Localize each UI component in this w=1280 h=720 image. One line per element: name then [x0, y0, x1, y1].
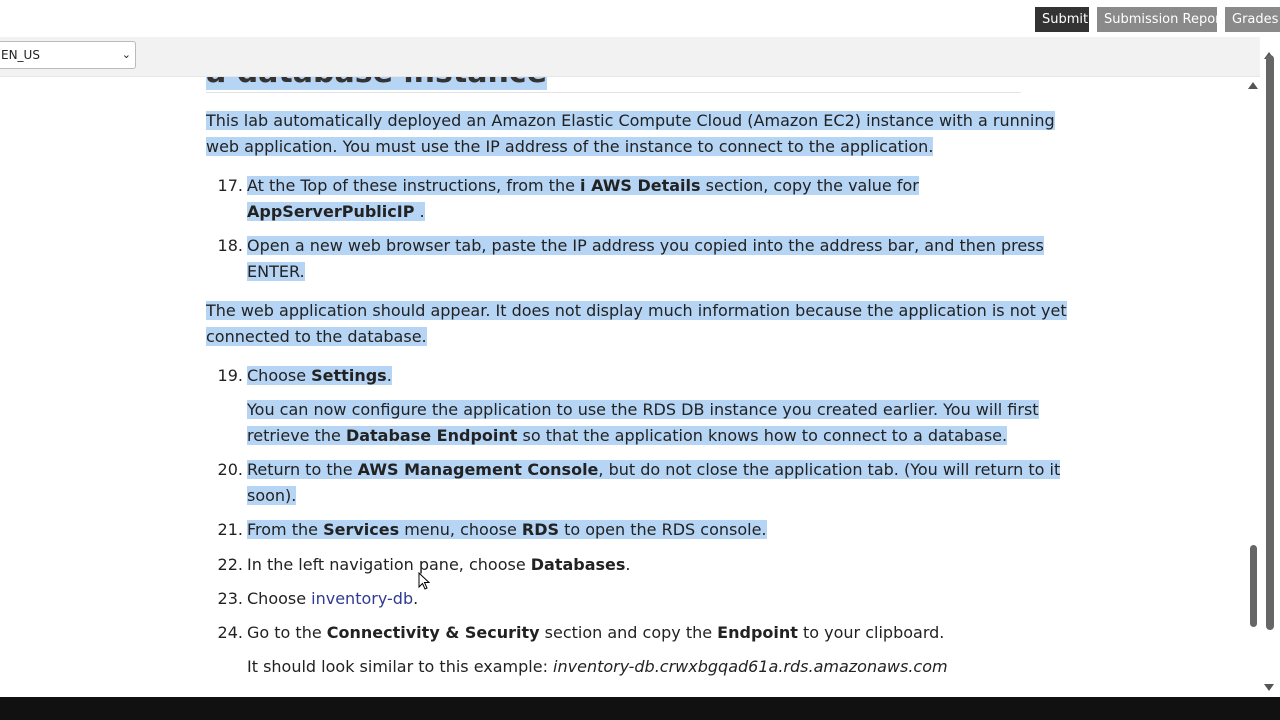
inventory-db-link[interactable]: inventory-db — [311, 589, 413, 608]
language-select-value: EN_US — [1, 48, 40, 62]
step-number: 18. — [217, 236, 243, 255]
middle-paragraph: The web application should appear. It do… — [206, 301, 1067, 346]
step-19: Choose Settings. — [247, 366, 392, 385]
step-24-example: It should look similar to this example: … — [247, 657, 948, 676]
step-19-note: You can now configure the application to… — [247, 400, 1039, 445]
scroll-down-icon[interactable] — [1264, 684, 1274, 691]
grades-button[interactable]: Grades — [1225, 7, 1280, 32]
step-number: 23. — [217, 589, 243, 608]
step-number: 20. — [217, 460, 243, 479]
mouse-cursor-icon — [418, 572, 430, 590]
top-toolbar: Submit Submission Report Grades — [0, 0, 1280, 37]
inner-scroll-up-icon[interactable] — [1248, 82, 1258, 89]
step-number: 21. — [217, 520, 243, 539]
step-22: In the left navigation pane, choose Data… — [247, 555, 631, 574]
inner-scrollbar-thumb[interactable] — [1250, 545, 1257, 627]
section-heading: a database instance — [206, 77, 547, 90]
step-number: 17. — [217, 176, 243, 195]
instructions-content: a database instance This lab automatical… — [0, 77, 1260, 697]
step-20: Return to the AWS Management Console, bu… — [247, 460, 1061, 505]
bottom-bar — [0, 697, 1280, 720]
step-17: At the Top of these instructions, from t… — [247, 176, 919, 221]
submission-report-button[interactable]: Submission Report — [1097, 7, 1226, 32]
page-scrollbar-thumb[interactable] — [1266, 55, 1274, 630]
language-bar: EN_US ⌄ — [0, 37, 1280, 77]
step-24: Go to the Connectivity & Security sectio… — [247, 623, 945, 642]
chevron-down-icon: ⌄ — [121, 48, 131, 61]
step-number: 24. — [217, 623, 243, 642]
intro-paragraph: This lab automatically deployed an Amazo… — [206, 111, 1055, 156]
heading-divider — [206, 92, 1021, 93]
step-18: Open a new web browser tab, paste the IP… — [247, 236, 1044, 281]
step-23: Choose inventory-db. — [247, 589, 419, 608]
step-number: 22. — [217, 555, 243, 574]
language-select[interactable]: EN_US ⌄ — [0, 41, 136, 69]
submit-button[interactable]: Submit — [1035, 7, 1089, 32]
step-number: 19. — [217, 366, 243, 385]
step-21: From the Services menu, choose RDS to op… — [247, 520, 767, 539]
